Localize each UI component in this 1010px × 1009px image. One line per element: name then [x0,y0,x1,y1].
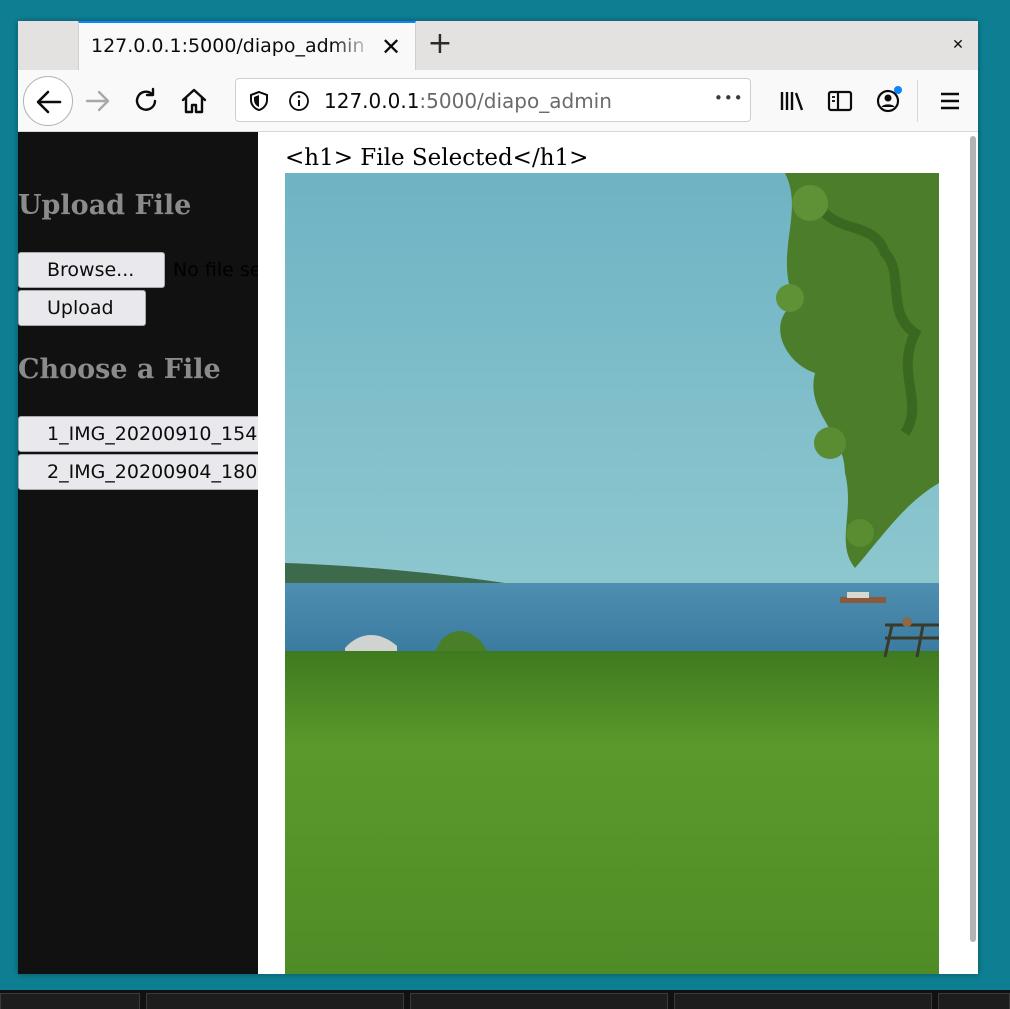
tab-title: 127.0.0.1:5000/diapo_admin [91,35,365,57]
upload-file-heading: Upload File [18,190,192,221]
no-file-selected-text: No file selected. [173,259,258,281]
file-selected-heading: <h1> File Selected</h1> [285,145,589,171]
sidebar-toggle-button[interactable] [824,85,856,117]
page-sidebar: Upload File Browse... No file selected. … [18,132,258,974]
tab-strip: 127.0.0.1:5000/diapo_admin ✕ + ✕ [18,21,978,70]
back-button[interactable] [23,76,73,126]
taskbar-item[interactable] [410,993,668,1009]
taskbar-item[interactable] [0,993,140,1009]
site-info-icon[interactable] [288,90,310,112]
account-button[interactable] [872,85,904,117]
tracking-protection-shield-icon[interactable] [248,90,270,112]
main-panel: <h1> File Selected</h1> [258,132,968,974]
home-icon [181,88,207,114]
url-path: :5000/diapo_admin [419,89,612,113]
reload-icon [135,87,157,111]
scrollbar-thumb[interactable] [970,136,976,942]
toolbar-separator [917,80,918,122]
main-menu-button[interactable] [934,85,966,117]
browser-window: 127.0.0.1:5000/diapo_admin ✕ + ✕ 127.0.0… [18,21,978,974]
hamburger-menu-icon [941,92,959,110]
desktop-taskbar [0,990,1010,1009]
sidebar-icon [827,90,853,112]
page-content: Upload File Browse... No file selected. … [18,132,978,974]
file-button[interactable]: 1_IMG_20200910_154107.jpg [18,416,258,452]
url-text[interactable]: 127.0.0.1:5000/diapo_admin [324,89,612,113]
file-button[interactable]: 2_IMG_20200904_180455.jpg [18,454,258,490]
page-actions-more-button[interactable]: ••• [714,89,744,107]
library-button[interactable] [776,85,808,117]
forward-arrow-icon [85,90,110,112]
forward-button[interactable] [82,85,114,117]
upload-button[interactable]: Upload [18,290,146,326]
back-arrow-icon [36,90,62,114]
choose-file-heading: Choose a File [18,354,221,385]
browse-button[interactable]: Browse... [18,252,165,288]
vertical-scrollbar[interactable] [968,132,978,974]
tab-active[interactable]: 127.0.0.1:5000/diapo_admin ✕ [78,21,416,70]
taskbar-item[interactable] [146,993,404,1009]
tab-close-icon[interactable]: ✕ [379,35,403,59]
home-button[interactable] [178,85,210,117]
window-close-button[interactable]: ✕ [948,35,968,55]
new-tab-button[interactable]: + [426,29,454,59]
library-icon [780,92,804,111]
selected-photo [285,173,939,974]
account-icon [876,86,902,113]
taskbar-item[interactable] [938,993,1010,1009]
taskbar-item[interactable] [674,993,932,1009]
reload-button[interactable] [130,85,162,117]
navigation-toolbar: 127.0.0.1:5000/diapo_admin ••• [18,70,978,132]
url-host: 127.0.0.1 [324,89,420,113]
url-bar[interactable]: 127.0.0.1:5000/diapo_admin ••• [235,78,751,122]
